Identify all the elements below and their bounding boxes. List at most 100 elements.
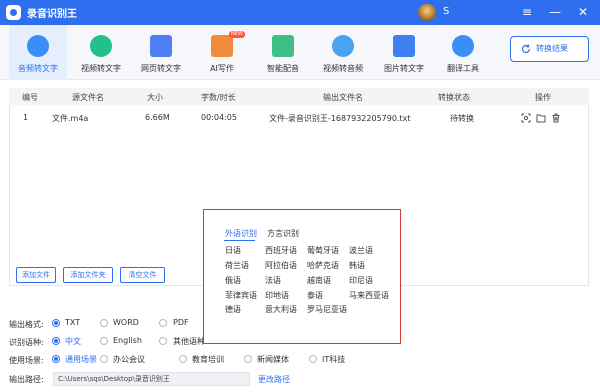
tool-audio-to-text[interactable]: 音频转文字 (9, 25, 67, 80)
tool-label: 音频转文字 (18, 64, 58, 73)
col-status: 转换状态 (438, 93, 470, 102)
tab-dialect[interactable]: 方言识别 (267, 228, 299, 239)
format-label-txt[interactable]: TXT (65, 318, 80, 327)
col-actions: 操作 (535, 93, 551, 102)
tool-video-to-audio[interactable]: 视频转音频 (314, 25, 372, 80)
app-logo-icon (6, 5, 21, 20)
row-output: 文件-录音识别王-1687932205790.txt (269, 114, 411, 123)
format-label-pdf[interactable]: PDF (173, 318, 189, 327)
lang-label-chinese[interactable]: 中文 (65, 336, 81, 347)
lang-radio-english[interactable] (100, 337, 108, 345)
col-source: 源文件名 (72, 93, 104, 102)
lang-option[interactable]: 越南语 (307, 275, 331, 286)
output-path-label: 输出路径: (9, 375, 44, 384)
format-label-word[interactable]: WORD (113, 318, 139, 327)
tab-underline (224, 240, 255, 241)
format-radio-word[interactable] (100, 319, 108, 327)
user-avatar[interactable] (418, 4, 436, 21)
tool-video-to-text[interactable]: 视频转文字 (72, 25, 130, 80)
tool-label: 翻译工具 (447, 64, 479, 73)
close-icon[interactable]: ✕ (572, 2, 594, 22)
scenario-radio-general[interactable] (52, 355, 60, 363)
menu-icon[interactable]: ≡ (516, 2, 538, 22)
col-duration: 字数/时长 (201, 93, 236, 102)
lang-option[interactable]: 俄语 (225, 275, 241, 286)
tool-smart-dubbing[interactable]: 智能配音 (254, 25, 312, 80)
language-dropdown: 外语识别 方言识别 日语 西班牙语 葡萄牙语 波兰语 荷兰语 阿拉伯语 哈萨克语… (203, 209, 401, 344)
col-id: 编号 (22, 93, 38, 102)
col-output: 输出文件名 (323, 93, 363, 102)
lang-radio-other[interactable] (159, 337, 167, 345)
table-row[interactable]: 1 文件.m4a 6.66M 00:04:05 文件-录音识别王-1687932… (9, 107, 589, 129)
new-badge: NEW (229, 31, 245, 38)
scenario-label-general[interactable]: 通用场景 (65, 354, 97, 365)
lang-option[interactable]: 罗马尼亚语 (307, 304, 347, 315)
folder-icon[interactable] (536, 113, 546, 123)
tool-label: 视频转音频 (323, 64, 363, 73)
scenario-radio-news[interactable] (244, 355, 252, 363)
scenario-label-it[interactable]: IT科技 (322, 354, 345, 365)
lang-option[interactable]: 西班牙语 (265, 245, 297, 256)
lang-option[interactable]: 印尼语 (349, 275, 373, 286)
lang-option[interactable]: 菲律宾语 (225, 290, 257, 301)
output-format-label: 输出格式: (9, 320, 44, 329)
lang-option[interactable]: 韩语 (349, 260, 365, 271)
lang-label-other[interactable]: 其他语种 (173, 336, 205, 347)
lang-option[interactable]: 印地语 (265, 290, 289, 301)
format-radio-pdf[interactable] (159, 319, 167, 327)
output-path-field[interactable]: C:\Users\sqs\Desktop\录音识别王 (53, 372, 250, 386)
row-status: 待转换 (450, 114, 474, 123)
tool-webpage-to-text[interactable]: 网页转文字 (132, 25, 190, 80)
scan-icon[interactable] (521, 113, 531, 123)
lang-option[interactable]: 荷兰语 (225, 260, 249, 271)
audio-text-icon (27, 35, 49, 57)
scenario-radio-education[interactable] (179, 355, 187, 363)
table-header: 编号 源文件名 大小 字数/时长 输出文件名 转换状态 操作 (9, 88, 589, 105)
tool-image-to-text[interactable]: 图片转文字 (375, 25, 433, 80)
ai-writing-icon (211, 35, 233, 57)
lang-option[interactable]: 意大利语 (265, 304, 297, 315)
convert-result-button[interactable]: 转换结果 (510, 36, 589, 62)
tool-label: 网页转文字 (141, 64, 181, 73)
lang-option[interactable]: 法语 (265, 275, 281, 286)
lang-option[interactable]: 哈萨克语 (307, 260, 339, 271)
add-folder-button[interactable]: 添加文件夹 (63, 267, 113, 283)
lang-option[interactable]: 马来西亚语 (349, 290, 389, 301)
lang-option[interactable]: 泰语 (307, 290, 323, 301)
lang-label-english[interactable]: English (113, 336, 142, 345)
lang-option[interactable]: 德语 (225, 304, 241, 315)
scenario-label-education[interactable]: 教育培训 (192, 354, 224, 365)
add-file-button[interactable]: 添加文件 (16, 267, 56, 283)
lang-option[interactable]: 阿拉伯语 (265, 260, 297, 271)
tool-label: AI写作 (210, 64, 234, 73)
scenario-radio-meeting[interactable] (100, 355, 108, 363)
delete-icon[interactable] (551, 113, 561, 123)
translate-icon (452, 35, 474, 57)
lang-option[interactable]: 葡萄牙语 (307, 245, 339, 256)
lang-radio-chinese[interactable] (52, 337, 60, 345)
scenario-label-meeting[interactable]: 办公会议 (113, 354, 145, 365)
row-source: 文件.m4a (52, 114, 89, 123)
format-radio-txt[interactable] (52, 319, 60, 327)
scenario-label-news[interactable]: 新闻媒体 (257, 354, 289, 365)
language-label: 识别语种: (9, 338, 44, 347)
image-text-icon (393, 35, 415, 57)
video-audio-icon (332, 35, 354, 57)
app-title: 录音识别王 (27, 9, 77, 20)
tool-translate[interactable]: 翻译工具 (434, 25, 492, 80)
minimize-icon[interactable]: — (544, 2, 566, 22)
dubbing-icon (272, 35, 294, 57)
change-path-link[interactable]: 更改路径 (258, 374, 290, 385)
video-text-icon (90, 35, 112, 57)
lang-option[interactable]: 日语 (225, 245, 241, 256)
tab-foreign-language[interactable]: 外语识别 (225, 228, 257, 239)
tool-ai-writing[interactable]: NEW AI写作 (193, 25, 251, 80)
tool-label: 图片转文字 (384, 64, 424, 73)
clear-files-button[interactable]: 清空文件 (120, 267, 165, 283)
lang-option[interactable]: 波兰语 (349, 245, 373, 256)
user-name[interactable]: S (443, 6, 449, 17)
title-bar: 录音识别王 S ≡ — ✕ (0, 0, 600, 25)
row-size: 6.66M (145, 113, 170, 122)
col-size: 大小 (147, 93, 163, 102)
scenario-radio-it[interactable] (309, 355, 317, 363)
